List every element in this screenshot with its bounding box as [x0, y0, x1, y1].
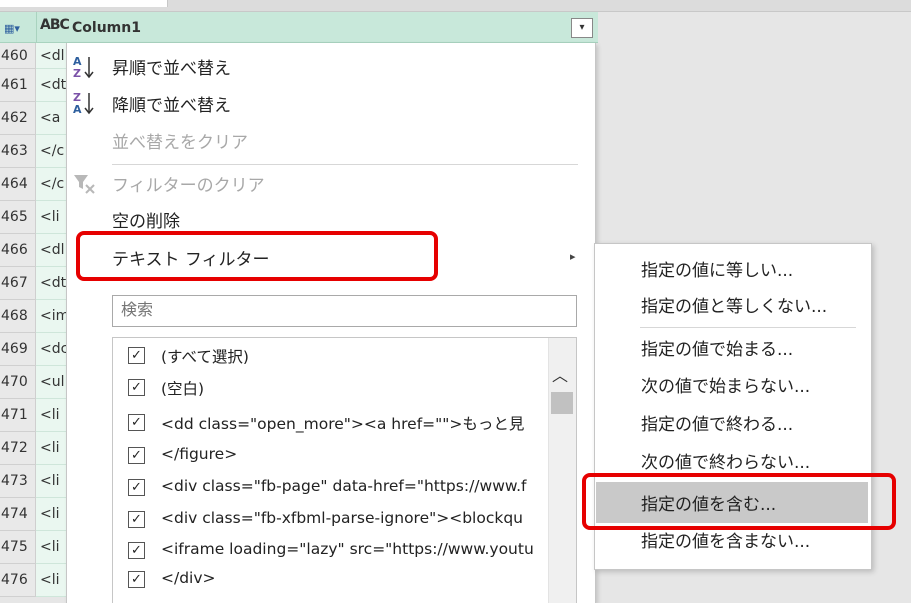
filter-list-item[interactable]: ✓ <div class="fb-xfbml-parse-ignore"><bl…	[128, 507, 548, 538]
table-cell[interactable]: <dt	[36, 69, 66, 102]
filter-list-item-label: </div>	[161, 569, 216, 587]
table-cell[interactable]: <li	[36, 399, 66, 432]
table-cell[interactable]: <li	[36, 498, 66, 531]
table-cell[interactable]: <li	[36, 465, 66, 498]
submenu-not-ends-with[interactable]: 次の値で終わらない...	[641, 448, 810, 473]
submenu-begins-with[interactable]: 指定の値で始まる...	[641, 335, 793, 360]
row-number: 472	[0, 432, 36, 465]
table-cell[interactable]: <dc	[36, 333, 66, 366]
submenu-arrow-icon: ▸	[570, 250, 576, 263]
submenu-ends-with[interactable]: 指定の値で終わる...	[641, 410, 793, 435]
scrollbar-thumb[interactable]	[551, 392, 573, 414]
submenu-not-equals[interactable]: 指定の値と等しくない...	[641, 292, 827, 317]
table-cell[interactable]: <li	[36, 432, 66, 465]
svg-text:A: A	[73, 103, 82, 116]
submenu-equals[interactable]: 指定の値に等しい...	[641, 256, 793, 281]
menu-clear-sort[interactable]: 並べ替えをクリア	[112, 128, 248, 153]
checkbox[interactable]: ✓	[128, 571, 145, 588]
column-title: Column1	[72, 20, 141, 36]
row-number: 474	[0, 498, 36, 531]
row-number: 462	[0, 102, 36, 135]
highlight-contains	[582, 473, 896, 530]
row-number: 465	[0, 201, 36, 234]
table-cell[interactable]: <li	[36, 531, 66, 564]
submenu-not-begins-with[interactable]: 次の値で始まらない...	[641, 372, 810, 397]
filter-list-item-label: <div class="fb-xfbml-parse-ignore"><bloc…	[161, 509, 524, 527]
filter-list-item[interactable]: ✓ <div class="fb-page" data-href="https:…	[128, 475, 548, 506]
filter-list-item[interactable]: ✓ <iframe loading="lazy" src="https://ww…	[128, 538, 548, 569]
row-number: 464	[0, 168, 36, 201]
checkbox[interactable]: ✓	[128, 511, 145, 528]
filter-list-item-label: (空白)	[161, 380, 205, 398]
row-number: 470	[0, 366, 36, 399]
filter-list-item[interactable]: ✓ (すべて選択)	[128, 343, 548, 374]
text-type-icon[interactable]: ABC	[40, 17, 70, 33]
clear-filter-icon	[72, 172, 98, 200]
submenu-separator	[640, 327, 856, 328]
filter-list-item[interactable]: ✓ (空白)	[128, 375, 548, 406]
table-cell[interactable]: <dt	[36, 267, 66, 300]
menu-clear-filter[interactable]: フィルターのクリア	[112, 171, 265, 196]
checkbox[interactable]: ✓	[128, 414, 145, 431]
row-number: 473	[0, 465, 36, 498]
filter-search-input[interactable]	[112, 295, 577, 327]
filter-list-item-label: <dd class="open_more"><a href="">もっと見	[161, 415, 525, 433]
row-number: 469	[0, 333, 36, 366]
row-number: 463	[0, 135, 36, 168]
table-cell[interactable]: <li	[36, 564, 66, 597]
filter-list-item-label: </figure>	[161, 445, 238, 463]
sort-descending-icon: Z A	[72, 90, 96, 119]
checkbox[interactable]: ✓	[128, 347, 145, 364]
row-number: 461	[0, 69, 36, 102]
svg-text:Z: Z	[73, 67, 81, 80]
menu-sort-descending[interactable]: 降順で並べ替え	[112, 91, 231, 116]
filter-list-item[interactable]: ✓ </figure>	[128, 443, 548, 474]
checkbox[interactable]: ✓	[128, 447, 145, 464]
row-number: 471	[0, 399, 36, 432]
sort-ascending-icon: A Z	[72, 54, 96, 83]
filter-list-item-label: <div class="fb-page" data-href="https://…	[161, 477, 527, 495]
table-cell[interactable]: <ul	[36, 366, 66, 399]
formula-bar[interactable]	[0, 0, 168, 7]
scroll-up-icon[interactable]: ︿	[552, 362, 568, 386]
row-number: 466	[0, 234, 36, 267]
filter-list-item[interactable]: ✓ <dd class="open_more"><a href="">もっと見	[128, 410, 548, 441]
table-cell[interactable]: </c	[36, 135, 66, 168]
row-number: 460	[0, 43, 36, 69]
highlight-text-filter	[76, 231, 438, 281]
filter-list-item[interactable]: ✓ </div>	[128, 567, 548, 598]
filter-list-item-label: (すべて選択)	[161, 348, 249, 366]
filter-list-item-label: <iframe loading="lazy" src="https://www.…	[161, 540, 534, 558]
menu-sort-ascending[interactable]: 昇順で並べ替え	[112, 54, 231, 79]
column-filter-dropdown-button[interactable]: ▾	[571, 18, 593, 38]
submenu-not-contains[interactable]: 指定の値を含まない...	[641, 527, 810, 552]
row-number: 468	[0, 300, 36, 333]
header-divider	[36, 12, 37, 43]
menu-separator	[112, 164, 578, 165]
checkbox[interactable]: ✓	[128, 379, 145, 396]
table-cell[interactable]: <li	[36, 201, 66, 234]
table-cell[interactable]: <im	[36, 300, 66, 333]
checkbox[interactable]: ✓	[128, 542, 145, 559]
table-cell[interactable]: </c	[36, 168, 66, 201]
row-number: 467	[0, 267, 36, 300]
checkbox[interactable]: ✓	[128, 479, 145, 496]
row-number: 475	[0, 531, 36, 564]
table-cell[interactable]: <dl	[36, 43, 66, 69]
menu-remove-empty[interactable]: 空の削除	[112, 207, 180, 232]
table-menu-icon[interactable]: ▦▾	[4, 22, 20, 35]
table-cell[interactable]: <a	[36, 102, 66, 135]
row-number: 476	[0, 564, 36, 597]
table-cell[interactable]: <dl	[36, 234, 66, 267]
